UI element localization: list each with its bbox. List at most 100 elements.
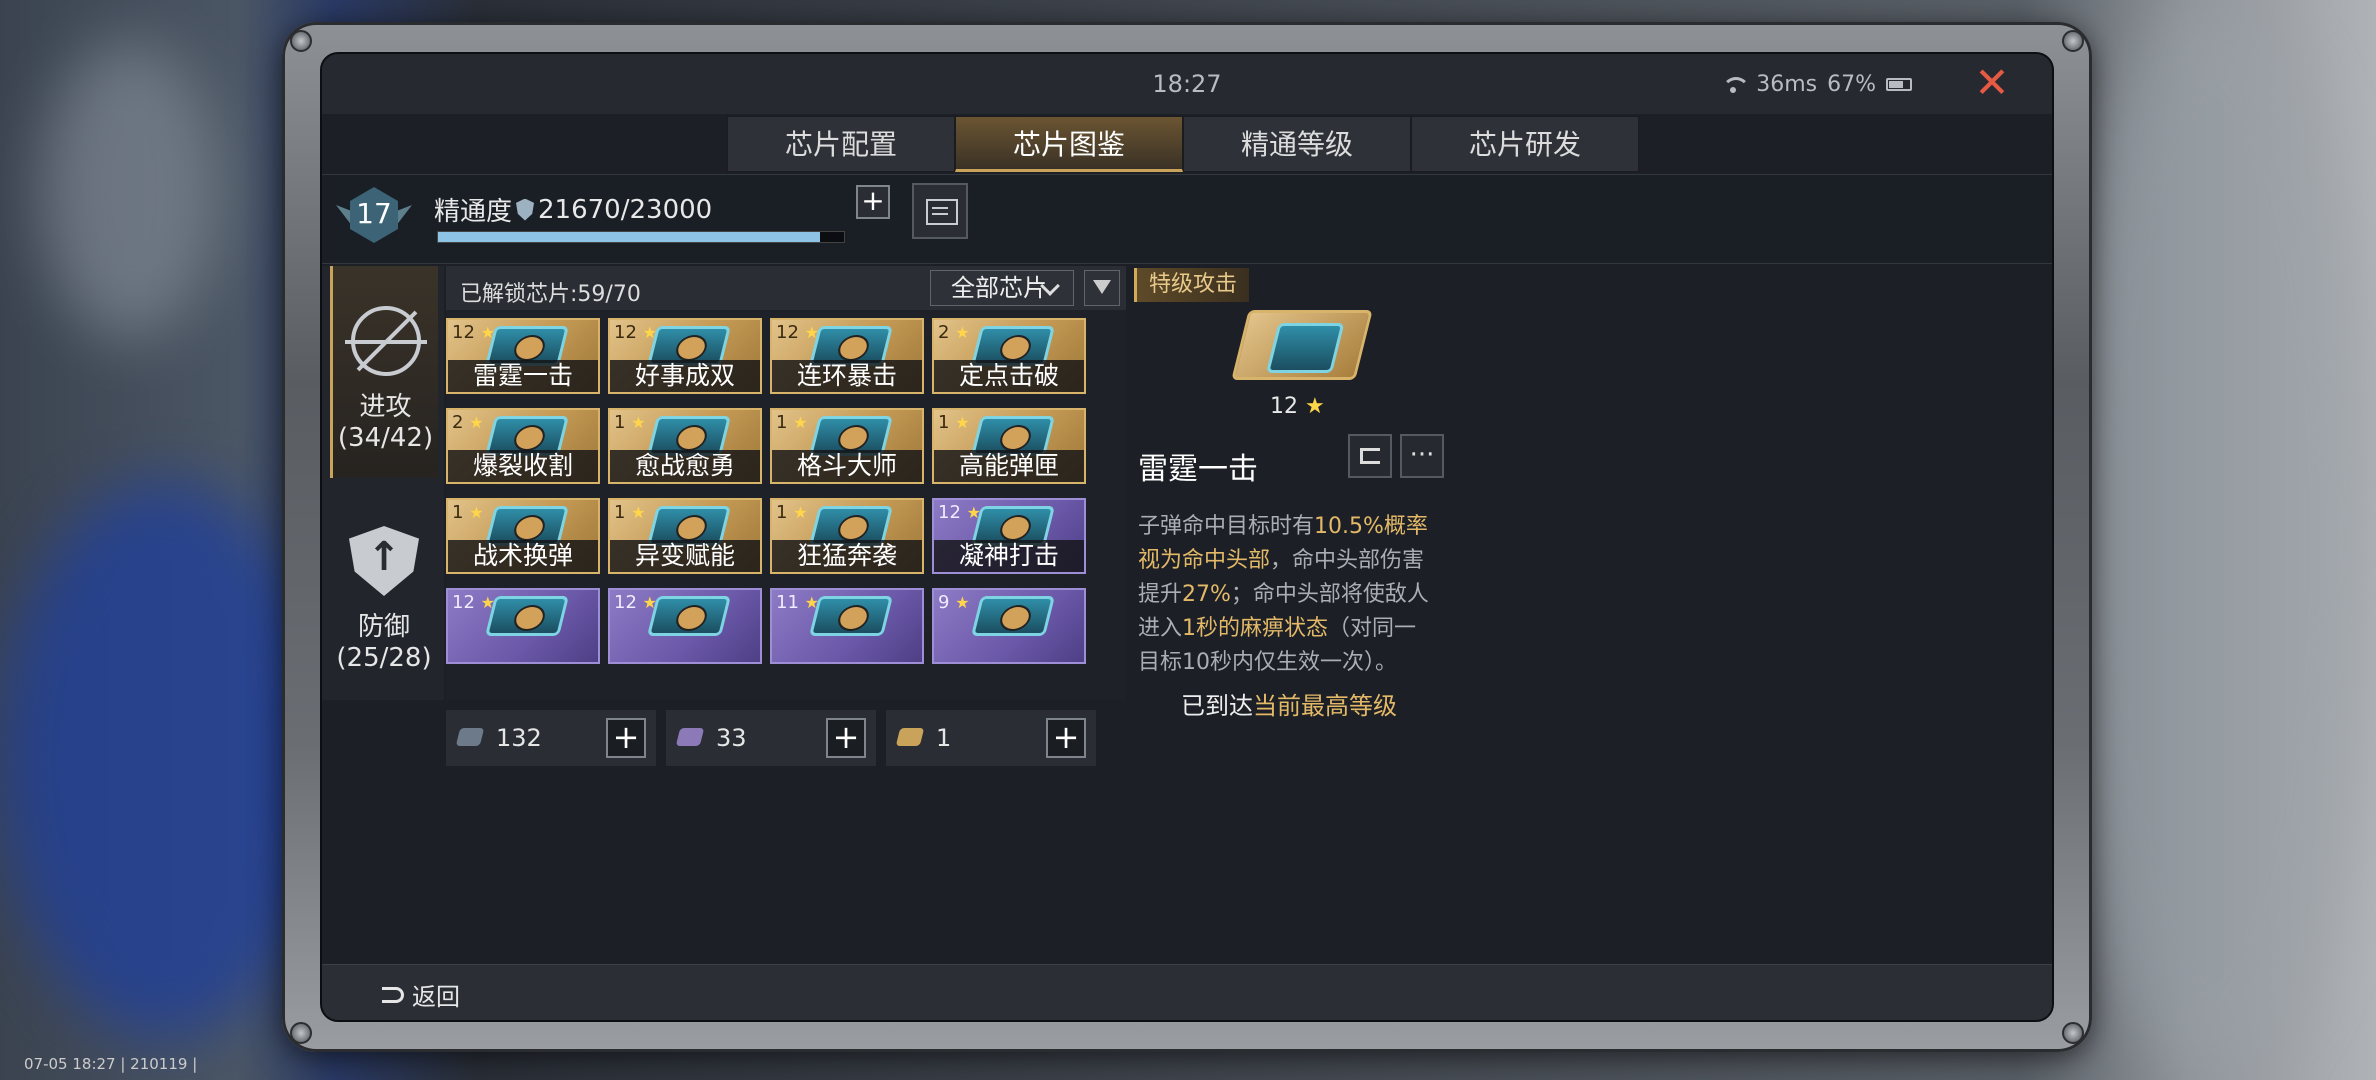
- chip-level-number: 12: [938, 502, 961, 523]
- chip-image: [1231, 310, 1373, 380]
- mastery-title: 精通度: [434, 197, 513, 227]
- background-blur: [0, 480, 330, 1040]
- category-label: 进攻: [359, 392, 412, 422]
- chip-card[interactable]: 12 ★ 凝神打击: [932, 498, 1086, 574]
- chip-card[interactable]: 12 ★ 好事成双: [608, 318, 762, 394]
- chip-card[interactable]: 1 ★ 愈战愈勇: [608, 408, 762, 484]
- frame-bolt: [2062, 30, 2084, 52]
- chip-card[interactable]: 1 ★ 战术换弹: [446, 498, 600, 574]
- description-highlight: 27%: [1182, 582, 1231, 607]
- chip-name: 异变赋能: [610, 540, 760, 572]
- category-attack[interactable]: 进攻 (34/42): [330, 266, 438, 478]
- chip-level-number: 1: [614, 502, 626, 523]
- star-icon: ★: [793, 413, 808, 432]
- chip-level-number: 2: [938, 322, 950, 343]
- tab-chip-codex[interactable]: 芯片图鉴: [955, 116, 1183, 172]
- back-icon: [382, 986, 404, 1003]
- chip-level-number: 2: [452, 412, 464, 433]
- add-mastery-button[interactable]: +: [856, 185, 890, 219]
- mastery-progress-fill: [438, 232, 821, 242]
- description-highlight: 1秒的麻痹状态: [1182, 616, 1329, 641]
- chip-icon: [647, 596, 731, 636]
- bottom-bar: 返回: [322, 964, 2052, 1020]
- chip-card[interactable]: 1 ★ 格斗大师: [770, 408, 924, 484]
- guide-icon[interactable]: [912, 183, 968, 239]
- chip-name: 凝神打击: [934, 540, 1084, 572]
- chip-level-number: 1: [938, 412, 950, 433]
- star-icon: ★: [1305, 394, 1325, 419]
- chip-level-number: 12: [614, 322, 637, 343]
- resource-bar: 132 + 33 + 1 +: [446, 710, 1126, 766]
- chip-level: 11 ★: [776, 592, 819, 613]
- chip-card[interactable]: 1 ★ 异变赋能: [608, 498, 762, 574]
- tab-mastery-level[interactable]: 精通等级: [1183, 116, 1411, 172]
- chip-level-number: 9: [938, 592, 950, 613]
- chip-level-number: 11: [776, 592, 799, 613]
- chip-level: 2 ★: [938, 322, 970, 343]
- tab-chip-config[interactable]: 芯片配置: [727, 116, 955, 172]
- chip-grid-panel: 已解锁芯片:59/70 全部芯片 12 ★ 雷霆一击 12 ★ 好事成双 12 ★ 连环暴…: [446, 266, 1126, 700]
- chip-level: 9 ★: [938, 592, 970, 613]
- chip-tier-tag: 特级攻击: [1134, 268, 1250, 302]
- background-blur: [40, 40, 220, 340]
- token-icon: [895, 728, 925, 746]
- chip-level-number: 12: [1270, 394, 1298, 419]
- chip-level: 2 ★: [452, 412, 484, 433]
- chip-level-number: 1: [614, 412, 626, 433]
- add-resource-button[interactable]: +: [606, 718, 646, 758]
- chip-name: 好事成双: [610, 360, 760, 392]
- close-icon[interactable]: ✕: [1972, 62, 2012, 104]
- chip-grid: 12 ★ 雷霆一击 12 ★ 好事成双 12 ★ 连环暴击 2 ★ 定点击破 2 ★ 爆裂收割 1 …: [446, 318, 1126, 698]
- category-label: 防御: [357, 612, 410, 642]
- chip-card[interactable]: 12 ★ 雷霆一击: [446, 318, 600, 394]
- back-button[interactable]: 返回: [382, 977, 460, 1012]
- shield-icon: [516, 198, 535, 221]
- chip-level: 12 ★: [614, 592, 657, 613]
- star-icon: ★: [631, 413, 646, 432]
- mastery-label: 精通度 21670/23000: [434, 191, 712, 228]
- frame-bolt: [290, 30, 312, 52]
- chip-card[interactable]: 12 ★: [446, 588, 600, 664]
- chip-card[interactable]: 9 ★: [932, 588, 1086, 664]
- more-icon[interactable]: ···: [1400, 434, 1444, 478]
- tab-bar: 芯片配置 芯片图鉴 精通等级 芯片研发: [727, 116, 1639, 172]
- chip-icon: [809, 596, 893, 636]
- tree-icon[interactable]: [1348, 434, 1392, 478]
- chip-card[interactable]: 2 ★ 定点击破: [932, 318, 1086, 394]
- chip-level-number: 1: [776, 502, 788, 523]
- star-icon: ★: [469, 413, 484, 432]
- star-icon: ★: [469, 503, 484, 522]
- add-resource-button[interactable]: +: [1046, 718, 1086, 758]
- max-level-prefix: 已到达: [1181, 692, 1253, 720]
- system-footer-status: 07-05 18:27 | 210119 |: [24, 1055, 198, 1073]
- add-resource-button[interactable]: +: [826, 718, 866, 758]
- screen: 18:27 36ms 67% ✕ 芯片配置 芯片图鉴 精通等级 芯片研发 17: [320, 52, 2054, 1022]
- unlocked-count: 已解锁芯片:59/70: [460, 282, 641, 307]
- star-icon: ★: [631, 503, 646, 522]
- wifi-icon: [1720, 75, 1751, 95]
- back-label: 返回: [412, 983, 460, 1011]
- chip-level: 12 ★: [938, 502, 981, 523]
- level-badge: 17: [336, 183, 412, 257]
- chip-card[interactable]: 1 ★ 高能弹匣: [932, 408, 1086, 484]
- chip-level: 1 ★: [614, 412, 646, 433]
- category-defense[interactable]: 防御 (25/28): [330, 486, 438, 700]
- filter-icon[interactable]: [1084, 270, 1120, 306]
- chip-level: 12 ★: [452, 592, 495, 613]
- frame-bolt: [2062, 1022, 2084, 1044]
- tab-chip-research[interactable]: 芯片研发: [1411, 116, 1639, 172]
- chip-filter-dropdown[interactable]: 全部芯片: [930, 270, 1074, 306]
- resource-count: 1: [936, 724, 952, 752]
- chip-level-number: 12: [614, 592, 637, 613]
- status-bar: 18:27 36ms 67% ✕: [322, 54, 2052, 114]
- chip-card[interactable]: 1 ★ 狂猛奔袭: [770, 498, 924, 574]
- chip-card[interactable]: 2 ★ 爆裂收割: [446, 408, 600, 484]
- level-number: 17: [356, 197, 392, 230]
- chip-name: 连环暴击: [772, 360, 922, 392]
- star-icon: ★: [793, 503, 808, 522]
- chip-card[interactable]: 12 ★: [608, 588, 762, 664]
- device-frame: 18:27 36ms 67% ✕ 芯片配置 芯片图鉴 精通等级 芯片研发 17: [282, 22, 2092, 1052]
- chip-level: 12 ★: [1270, 394, 1325, 419]
- chip-card[interactable]: 12 ★ 连环暴击: [770, 318, 924, 394]
- chip-card[interactable]: 11 ★: [770, 588, 924, 664]
